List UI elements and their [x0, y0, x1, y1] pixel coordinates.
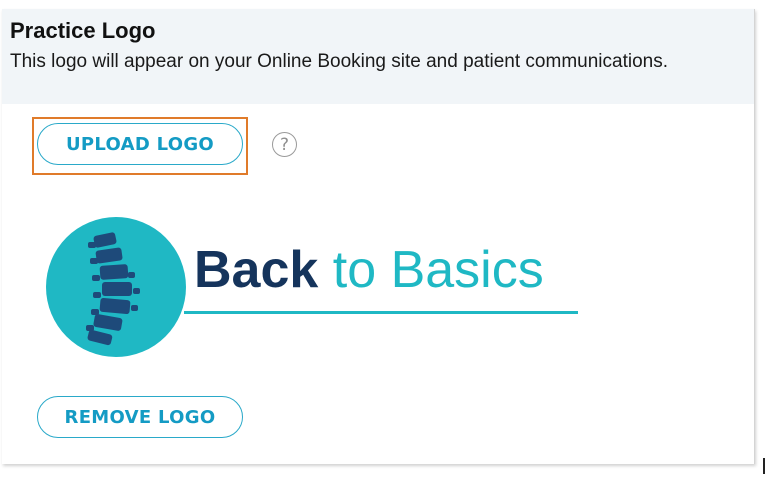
section-description: This logo will appear on your Online Boo… [10, 51, 668, 72]
remove-logo-button[interactable]: REMOVE LOGO [37, 396, 243, 438]
text-cursor [763, 458, 765, 474]
logo-underline [184, 311, 578, 314]
practice-logo-image: Back to Basics [44, 212, 584, 362]
panel-header: Practice Logo This logo will appear on y… [2, 9, 754, 104]
section-title: Practice Logo [10, 18, 156, 43]
logo-wordmark: Back to Basics [194, 240, 544, 300]
upload-logo-button[interactable]: UPLOAD LOGO [37, 123, 243, 165]
help-icon[interactable]: ? [272, 132, 297, 157]
logo-word-back: Back [194, 241, 319, 299]
spine-logo-icon [46, 217, 186, 357]
logo-word-to-basics: to Basics [332, 241, 544, 299]
